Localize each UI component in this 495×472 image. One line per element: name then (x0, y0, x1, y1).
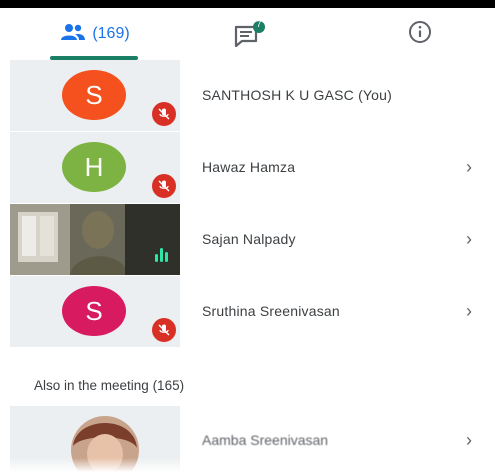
participant-name: Sruthina Sreenivasan (202, 303, 340, 319)
participant-tile: S (10, 276, 180, 347)
participant-row[interactable]: H Hawaz Hamza › (0, 132, 495, 203)
chevron-right-icon[interactable]: › (466, 204, 472, 275)
mic-off-icon (152, 174, 176, 198)
participant-name: Aamba Sreenivasan (202, 432, 329, 448)
participant-name: SANTHOSH K U GASC (You) (202, 87, 393, 103)
avatar: S (62, 70, 126, 120)
status-bar (0, 0, 495, 8)
chevron-right-icon[interactable]: › (466, 132, 472, 203)
participant-row[interactable]: Sajan Nalpady › (0, 204, 495, 275)
participant-tile: S (10, 60, 180, 131)
chat-icon: 7 (233, 19, 267, 48)
tab-people[interactable]: (169) (30, 8, 160, 60)
tab-info[interactable] (390, 8, 450, 60)
mic-off-icon (152, 318, 176, 342)
participant-video (10, 204, 180, 275)
tab-bar: (169) 7 (0, 8, 495, 60)
avatar: S (62, 286, 126, 336)
chevron-right-icon[interactable]: › (466, 430, 472, 451)
mic-off-icon (152, 102, 176, 126)
avatar: H (62, 142, 126, 192)
chat-badge: 7 (256, 19, 262, 29)
speaking-indicator-icon (155, 248, 168, 262)
participant-row[interactable]: S Sruthina Sreenivasan › (0, 276, 495, 347)
info-icon (408, 20, 432, 49)
participant-row[interactable]: S SANTHOSH K U GASC (You) (0, 60, 495, 131)
chevron-right-icon[interactable]: › (466, 276, 472, 347)
participant-tile: H (10, 132, 180, 203)
tab-chat[interactable]: 7 (220, 8, 280, 60)
navigation-bar-fade (0, 458, 495, 472)
also-in-meeting-label: Also in the meeting (165) (34, 378, 185, 393)
participant-name: Sajan Nalpady (202, 231, 296, 247)
participant-name: Hawaz Hamza (202, 159, 296, 175)
people-icon (60, 23, 86, 46)
people-count: (169) (92, 25, 130, 42)
